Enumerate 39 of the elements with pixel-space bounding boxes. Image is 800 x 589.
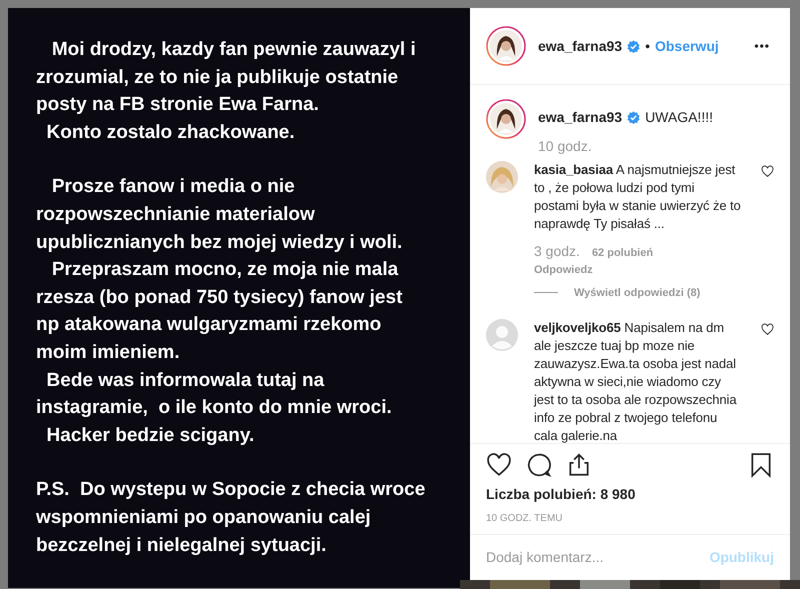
comment-text: kasia_basiaa A najsmutniejsze jest to , że połowa ludzi pod tymi postami była w stanie uwierzyć że to naprawdę Ty pisałaś ... [534, 161, 741, 233]
story-text-line: zrozumial, ze to nie ja publikuje ostatnie [36, 66, 398, 90]
follow-button[interactable]: Obserwuj [654, 36, 719, 56]
story-text-line: Moi drodzy, kazdy fan pewnie zauwazyl i [50, 38, 416, 62]
story-text-line: upublicznianych bez mojej wiedzy i woli. [36, 230, 402, 255]
story-text-line: rozpowszechnianie materialow [36, 202, 315, 227]
story-text-line: np atakowana wulgaryzmami rzekomo [36, 313, 382, 338]
story-text-line: rzesza (bo ponad 750 tysiecy) fanow jest [36, 286, 402, 310]
heart-icon[interactable] [486, 452, 512, 478]
avatar[interactable] [486, 26, 526, 66]
story-text-line: Bede was informowala tutaj na [46, 368, 324, 393]
comment-time: 3 godz. [534, 242, 580, 261]
story-text-line: Prosze fanow i media o nie [50, 175, 295, 200]
story-text-line: P.S. Do wystepu w Sopocie z checia wroce [36, 478, 426, 502]
story-text-line: Hacker bedzie scigany. [46, 424, 254, 448]
story-text-line: Konto zostalo zhackowane. [46, 120, 295, 145]
comment-text: veljkoveljko65 Napisalem na dm ale jeszcze tuaj bp moze nie zauwazysz.Ewa.ta osoba jest nadal aktywna w sieci,nie wiadomo czy jest to ta osoba ale rozpowszechnia info ze pobral z twojego telefonu cala galerie.na [534, 319, 738, 443]
heart-icon[interactable] [761, 165, 774, 178]
caption-text: UWAGA!!!! [645, 108, 713, 127]
story-text-line: Przepraszam mocno, ze moja nie mala [50, 258, 398, 282]
view-replies-button[interactable]: Wyświetl odpowiedzi (8) [574, 284, 700, 301]
more-options-button[interactable]: ••• [754, 37, 770, 55]
reply-button[interactable]: Odpowiedz [534, 262, 593, 278]
caption-time: 10 godz. [538, 137, 593, 156]
post-timestamp: 10 GODZ. TEMU [486, 512, 564, 526]
username-link[interactable]: ewa_farna93 [538, 107, 622, 128]
avatar[interactable] [486, 99, 526, 139]
story-text-line: instagramie, o ile konto do mnie wroci. [36, 396, 392, 420]
heart-icon[interactable] [761, 323, 774, 336]
likes-count: Liczba polubień: 8 980 [486, 485, 636, 504]
story-text-line: wspomnieniami po opanowaniu calej [36, 506, 371, 530]
comment-field[interactable]: Dodaj komentarz... [486, 547, 710, 568]
story-text-line: moim imieniem. [36, 340, 180, 365]
username-link[interactable]: ewa_farna93 [538, 36, 622, 56]
comment-icon[interactable] [526, 452, 552, 478]
story-text-line: bezczelnej i nielegalnej sytuacji. [36, 534, 326, 558]
story-text-line: posty na FB stronie Ewa Farna. [36, 93, 319, 118]
likes-link[interactable]: 62 polubień [592, 245, 654, 262]
separator-dot: • [645, 36, 650, 56]
